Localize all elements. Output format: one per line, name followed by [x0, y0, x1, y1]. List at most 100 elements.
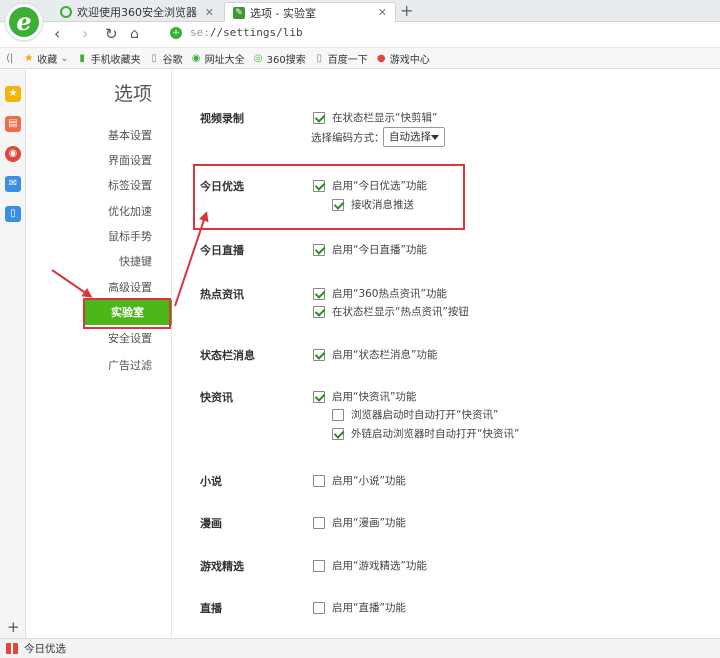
bookmark-mobile[interactable]: ▮ 手机收藏夹 — [77, 51, 141, 66]
section-label-live: 直播 — [200, 602, 222, 615]
checkbox[interactable] — [313, 390, 325, 403]
option-label: 外链启动浏览器时自动打开“快资讯” — [351, 428, 520, 440]
option-label: 在状态栏显示“热点资讯”按钮 — [332, 306, 469, 318]
back-arrow-icon[interactable]: ‹ — [54, 25, 60, 43]
checkbox[interactable] — [313, 601, 325, 614]
nav-item-gestures[interactable]: 鼠标手势 — [26, 224, 172, 249]
section-label-today-live: 今日直播 — [200, 244, 244, 257]
nav-item-shortcuts[interactable]: 快捷键 — [26, 249, 172, 274]
settings-navigation: 选项 基本设置 界面设置 标签设置 优化加速 鼠标手势 快捷键 高级设置 实验室… — [26, 70, 172, 638]
option-label: 启用“直播”功能 — [332, 602, 406, 614]
option-novel-enable[interactable]: 启用“小说”功能 — [313, 473, 406, 488]
bookmark-hao360[interactable]: ◉ 网址大全 — [191, 51, 245, 66]
checkbox[interactable] — [313, 111, 325, 124]
address-path: //settings/lib — [209, 26, 303, 39]
forward-arrow-icon[interactable]: › — [82, 25, 88, 43]
notes-icon[interactable]: ▤ — [5, 116, 21, 132]
option-game-picks-enable[interactable]: 启用“游戏精选”功能 — [313, 558, 427, 573]
checkbox[interactable] — [313, 305, 325, 318]
star-icon: ★ — [24, 52, 34, 64]
wrench-icon: ✎ — [233, 6, 245, 19]
gift-icon[interactable] — [6, 643, 18, 654]
option-quick-news-startup[interactable]: 浏览器启动时自动打开“快资讯” — [332, 407, 498, 422]
option-label: 浏览器启动时自动打开“快资讯” — [351, 409, 499, 421]
bookmark-label: 收藏 — [37, 54, 58, 66]
nav-item-optimize[interactable]: 优化加速 — [26, 199, 172, 224]
e-logo-icon: e — [9, 7, 39, 37]
option-quick-news-external[interactable]: 外链启动浏览器时自动打开“快资讯” — [332, 426, 519, 441]
mail-icon[interactable]: ✉ — [5, 176, 21, 192]
section-label-comics: 漫画 — [200, 517, 222, 530]
nav-item-interface[interactable]: 界面设置 — [26, 148, 172, 173]
checkbox[interactable] — [332, 427, 344, 440]
bookmarks-toggle-icon[interactable]: ⟨| — [6, 53, 13, 64]
option-hot-news-enable[interactable]: 启用“360热点资讯”功能 — [313, 286, 447, 301]
game-icon: ● — [376, 52, 386, 64]
option-label: 启用“快资讯”功能 — [332, 391, 417, 403]
home-icon[interactable]: ⌂ — [130, 25, 139, 43]
option-hot-news-button[interactable]: 在状态栏显示“热点资讯”按钮 — [313, 304, 469, 319]
tab-options-lab[interactable]: ✎ 选项 - 实验室 ✕ — [224, 2, 396, 22]
select-value: 自动选择 — [389, 131, 431, 143]
option-today-live-enable[interactable]: 启用“今日直播”功能 — [313, 242, 427, 257]
option-live-enable[interactable]: 启用“直播”功能 — [313, 600, 406, 615]
option-comics-enable[interactable]: 启用“漫画”功能 — [313, 515, 406, 530]
section-label-statusbar-msg: 状态栏消息 — [200, 349, 255, 362]
close-icon[interactable]: ✕ — [378, 6, 387, 19]
nav-item-adblock[interactable]: 广告过滤 — [26, 353, 172, 378]
checkbox[interactable] — [313, 474, 325, 487]
phone-icon: ▮ — [79, 52, 85, 64]
highlight-box-today-picks — [193, 164, 465, 230]
bookmark-google[interactable]: ▯ 谷歌 — [149, 51, 182, 66]
caret-down-icon — [431, 135, 439, 140]
add-app-plus-icon[interactable]: + — [7, 618, 20, 636]
section-label-quick-news: 快资讯 — [200, 391, 233, 404]
bookmark-360search[interactable]: ◎ 360搜索 — [253, 51, 306, 66]
tab-strip: 欢迎使用360安全浏览器 ✕ ✎ 选项 - 实验室 ✕ + — [0, 0, 720, 22]
option-label: 在状态栏显示“快剪辑” — [332, 112, 438, 124]
checkbox[interactable] — [313, 559, 325, 572]
globe-icon: ◉ — [191, 52, 201, 64]
bookmark-baidu[interactable]: ▯ 百度一下 — [314, 51, 368, 66]
favorites-star-icon[interactable]: ★ — [5, 86, 21, 102]
checkbox[interactable] — [332, 408, 344, 421]
nav-item-advanced[interactable]: 高级设置 — [26, 275, 172, 300]
option-label: 启用“状态栏消息”功能 — [332, 349, 438, 361]
bookmark-label: 手机收藏夹 — [90, 54, 141, 66]
section-label-hot-news: 热点资讯 — [200, 288, 244, 301]
checkbox[interactable] — [313, 348, 325, 361]
bookmark-games[interactable]: ● 游戏中心 — [376, 51, 430, 66]
address-bar[interactable]: + se://settings/lib — [170, 26, 303, 39]
tab-welcome[interactable]: 欢迎使用360安全浏览器 ✕ — [52, 2, 222, 22]
section-label-video-record: 视频录制 — [200, 112, 244, 125]
checkbox[interactable] — [313, 243, 325, 256]
option-statusbar-msg-enable[interactable]: 启用“状态栏消息”功能 — [313, 347, 437, 362]
secure-shield-icon: + — [170, 26, 182, 39]
browser-logo[interactable]: e — [4, 2, 44, 42]
bookmark-favorites[interactable]: ★ 收藏 ⌄ — [23, 51, 68, 66]
option-label: 启用“今日直播”功能 — [332, 244, 427, 256]
app-sidebar: ★ ▤ ◉ ✉ ▯ + — [0, 70, 26, 638]
new-tab-plus-icon[interactable]: + — [400, 1, 413, 21]
close-icon[interactable]: ✕ — [205, 6, 214, 19]
tab-label: 欢迎使用360安全浏览器 — [77, 6, 197, 19]
status-text[interactable]: 今日优选 — [24, 641, 66, 656]
option-video-record-status[interactable]: 在状态栏显示“快剪辑” — [313, 110, 437, 125]
weibo-icon[interactable]: ◉ — [5, 146, 21, 162]
nav-item-basic[interactable]: 基本设置 — [26, 123, 172, 148]
nav-item-security[interactable]: 安全设置 — [26, 326, 172, 351]
checkbox[interactable] — [313, 287, 325, 300]
bookmarks-bar: ⟨| ★ 收藏 ⌄ ▮ 手机收藏夹 ▯ 谷歌 ◉ 网址大全 ◎ 360搜索 ▯ 百度一下 ● 游… — [0, 47, 720, 69]
bookmark-label: 网址大全 — [204, 54, 245, 66]
document-icon[interactable]: ▯ — [5, 206, 21, 222]
browser-logo-icon — [60, 6, 72, 18]
option-quick-news-enable[interactable]: 启用“快资讯”功能 — [313, 389, 416, 404]
section-label-novel: 小说 — [200, 475, 222, 488]
encoding-select[interactable]: 自动选择 — [383, 127, 445, 147]
option-label: 启用“游戏精选”功能 — [332, 560, 427, 572]
highlight-box-lab-nav — [83, 298, 171, 329]
checkbox[interactable] — [313, 516, 325, 529]
reload-icon[interactable]: ↻ — [105, 25, 118, 43]
option-label: 启用“漫画”功能 — [332, 517, 406, 529]
nav-item-tabs[interactable]: 标签设置 — [26, 173, 172, 198]
